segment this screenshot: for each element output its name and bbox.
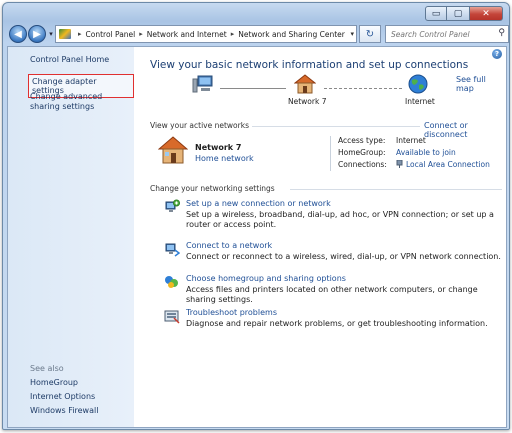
computer-icon [192,75,213,93]
caption-buttons: ▭ ▢ ✕ [425,6,503,21]
home-network-icon [294,74,316,94]
breadcrumb-separator[interactable]: ▸ [78,30,82,38]
section-divider [252,126,420,127]
breadcrumb-network-and-sharing-center[interactable]: Network and Sharing Center [238,30,345,39]
troubleshoot-description: Diagnose and repair network problems, or… [186,319,488,328]
see-also-label: See also [30,364,64,373]
setup-connection-link[interactable]: Set up a new connection or network [186,199,331,208]
home-network-icon [158,136,188,164]
map-internet-label: Internet [405,97,435,106]
page-title: View your basic network information and … [150,59,469,71]
connections-row: Connections: Local Area Connection [338,159,490,169]
connect-to-network-link[interactable]: Connect to a network [186,241,272,250]
window-frame: ▭ ▢ ✕ ◀ ▶ ▾ ▸ Control Panel ▸ Network an… [2,2,510,430]
internet-globe-icon [408,74,428,94]
connect-to-network-description: Connect or reconnect to a wireless, wire… [186,252,501,261]
internet-options-link[interactable]: Internet Options [30,392,95,401]
maximize-button[interactable]: ▢ [447,6,469,21]
access-type-row: Access type: Internet [338,136,426,145]
recent-pages-dropdown[interactable]: ▾ [47,30,55,38]
back-button[interactable]: ◀ [9,25,27,43]
homegroup-icon [165,276,178,288]
local-area-connection-label: Local Area Connection [406,160,490,169]
active-network-entry: Network 7 Home network [158,136,348,170]
minimize-button[interactable]: ▭ [425,6,447,21]
search-input[interactable] [386,28,493,40]
search-box[interactable]: ⚲ [385,25,509,43]
homegroup-available-link[interactable]: Available to join [396,148,456,157]
breadcrumb-control-panel[interactable]: Control Panel [86,30,136,39]
homegroup-label: HomeGroup: [338,148,386,157]
troubleshoot-link[interactable]: Troubleshoot problems [186,308,277,317]
help-icon[interactable]: ? [492,49,502,59]
access-type-value: Internet [396,136,426,145]
main-panel: ? View your basic network information an… [134,47,506,427]
breadcrumb-separator[interactable]: ▸ [139,30,143,38]
navigation-bar: ◀ ▶ ▾ ▸ Control Panel ▸ Network and Inte… [9,24,509,44]
control-panel-icon [59,29,71,39]
forward-button[interactable]: ▶ [28,25,46,43]
local-area-connection-link[interactable]: Local Area Connection [396,159,490,169]
breadcrumb-separator[interactable]: ▸ [231,30,235,38]
homegroup-row: HomeGroup: Available to join [338,148,456,157]
see-full-map-link[interactable]: See full map [456,75,506,93]
section-divider [290,189,502,190]
homegroup-sharing-description: Access files and printers located on oth… [186,285,478,304]
access-type-label: Access type: [338,136,386,145]
homegroup-sharing-link[interactable]: Choose homegroup and sharing options [186,274,346,283]
setup-connection-description: Set up a wireless, broadband, dial-up, a… [186,210,494,229]
connect-network-icon [165,243,180,257]
control-panel-home-link[interactable]: Control Panel Home [30,55,109,64]
network-adapter-icon [396,159,403,168]
active-networks-heading: View your active networks [150,121,249,130]
map-link-line [324,88,402,89]
homegroup-link[interactable]: HomeGroup [30,378,78,387]
change-advanced-sharing-link[interactable]: Change advanced sharing settings [30,92,130,112]
connect-or-disconnect-link[interactable]: Connect or disconnect [424,121,506,139]
network-name: Network 7 [195,143,242,152]
network-details-divider [330,136,331,171]
content-area: Control Panel Home Change adapter settin… [7,46,507,428]
refresh-button[interactable]: ↻ [359,25,381,43]
map-network-label: Network 7 [288,97,327,106]
networking-settings-heading: Change your networking settings [150,184,275,193]
connections-label: Connections: [338,160,387,169]
new-connection-icon [165,199,180,212]
task-pane: Control Panel Home Change adapter settin… [8,47,134,427]
windows-firewall-link[interactable]: Windows Firewall [30,406,98,415]
address-bar[interactable]: ▸ Control Panel ▸ Network and Internet ▸… [55,25,357,43]
close-button[interactable]: ✕ [469,6,503,21]
search-icon[interactable]: ⚲ [498,28,505,38]
breadcrumb-network-and-internet[interactable]: Network and Internet [147,30,227,39]
network-type-link[interactable]: Home network [195,154,254,163]
network-map: Network 7 Internet [174,74,444,109]
address-dropdown-icon[interactable]: ▾ [350,30,354,38]
troubleshoot-icon [164,310,180,324]
map-link-line [220,88,286,89]
